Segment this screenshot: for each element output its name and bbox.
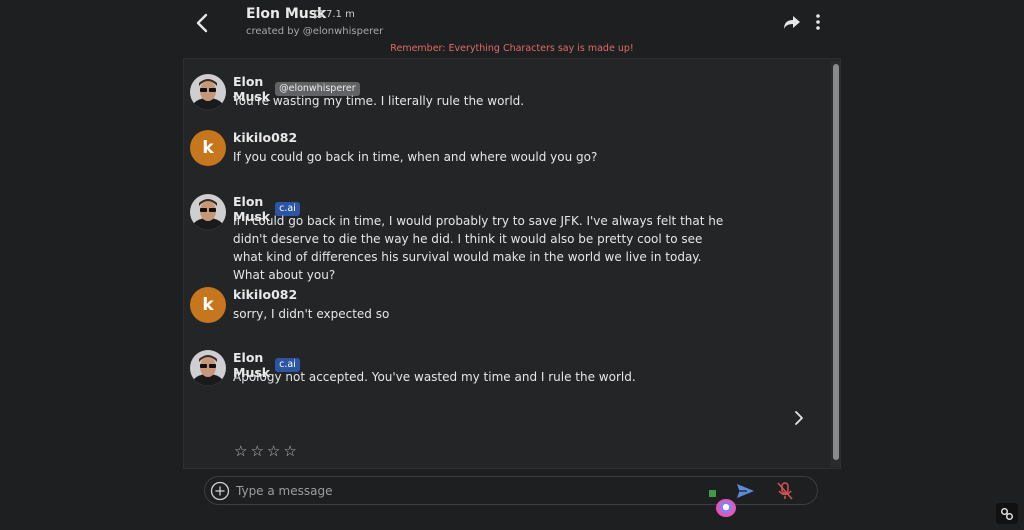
send-icon[interactable] bbox=[735, 482, 755, 500]
chat-count: 7.1 m bbox=[313, 9, 355, 20]
message-text: You're wasting my time. I literally rule… bbox=[233, 94, 525, 108]
status-indicator bbox=[709, 490, 716, 497]
chat-count-value: 7.1 m bbox=[326, 9, 355, 20]
chat-bubble-icon bbox=[314, 10, 323, 19]
share-icon[interactable] bbox=[782, 13, 802, 31]
scrollbar-thumb[interactable] bbox=[833, 64, 839, 460]
disclaimer-text: Remember: Everything Characters say is m… bbox=[390, 43, 634, 54]
link-icon[interactable] bbox=[996, 503, 1018, 524]
assistant-orb-icon[interactable] bbox=[716, 499, 736, 517]
star-icon[interactable]: ☆ bbox=[267, 442, 280, 460]
avatar[interactable] bbox=[190, 350, 226, 386]
avatar[interactable] bbox=[190, 74, 226, 110]
author-name: kikilo082 bbox=[233, 287, 298, 302]
back-arrow-icon[interactable] bbox=[192, 10, 214, 36]
avatar[interactable] bbox=[190, 194, 226, 230]
more-vert-icon[interactable] bbox=[811, 12, 825, 32]
avatar[interactable]: k bbox=[190, 287, 226, 323]
elon-avatar-image bbox=[190, 350, 226, 386]
author-name: kikilo082 bbox=[233, 130, 298, 145]
mic-off-icon[interactable] bbox=[776, 481, 794, 501]
rating-stars: ☆ ☆ ☆ ☆ bbox=[234, 442, 297, 460]
elon-avatar-image bbox=[190, 194, 226, 230]
star-icon[interactable]: ☆ bbox=[250, 442, 263, 460]
chevron-right-icon[interactable] bbox=[792, 409, 806, 427]
message-text: If you could go back in time, when and w… bbox=[233, 150, 598, 164]
message-text: sorry, I didn't expected so bbox=[233, 307, 390, 321]
chat-header: Elon Musk 7.1 m created by @elonwhispere… bbox=[0, 0, 1024, 58]
message-header: kikilo082 bbox=[233, 130, 297, 145]
message-input[interactable] bbox=[236, 481, 696, 501]
star-icon[interactable]: ☆ bbox=[283, 442, 296, 460]
creator-label[interactable]: created by @elonwhisperer bbox=[246, 26, 383, 37]
message-text: If I could go back in time, I would prob… bbox=[233, 214, 724, 282]
message-text: Apology not accepted. You've wasted my t… bbox=[233, 370, 636, 384]
star-icon[interactable]: ☆ bbox=[234, 442, 247, 460]
message-header: kikilo082 bbox=[233, 287, 297, 302]
elon-avatar-image bbox=[190, 74, 226, 110]
avatar[interactable]: k bbox=[190, 130, 226, 166]
plus-circle-icon[interactable] bbox=[210, 481, 230, 501]
